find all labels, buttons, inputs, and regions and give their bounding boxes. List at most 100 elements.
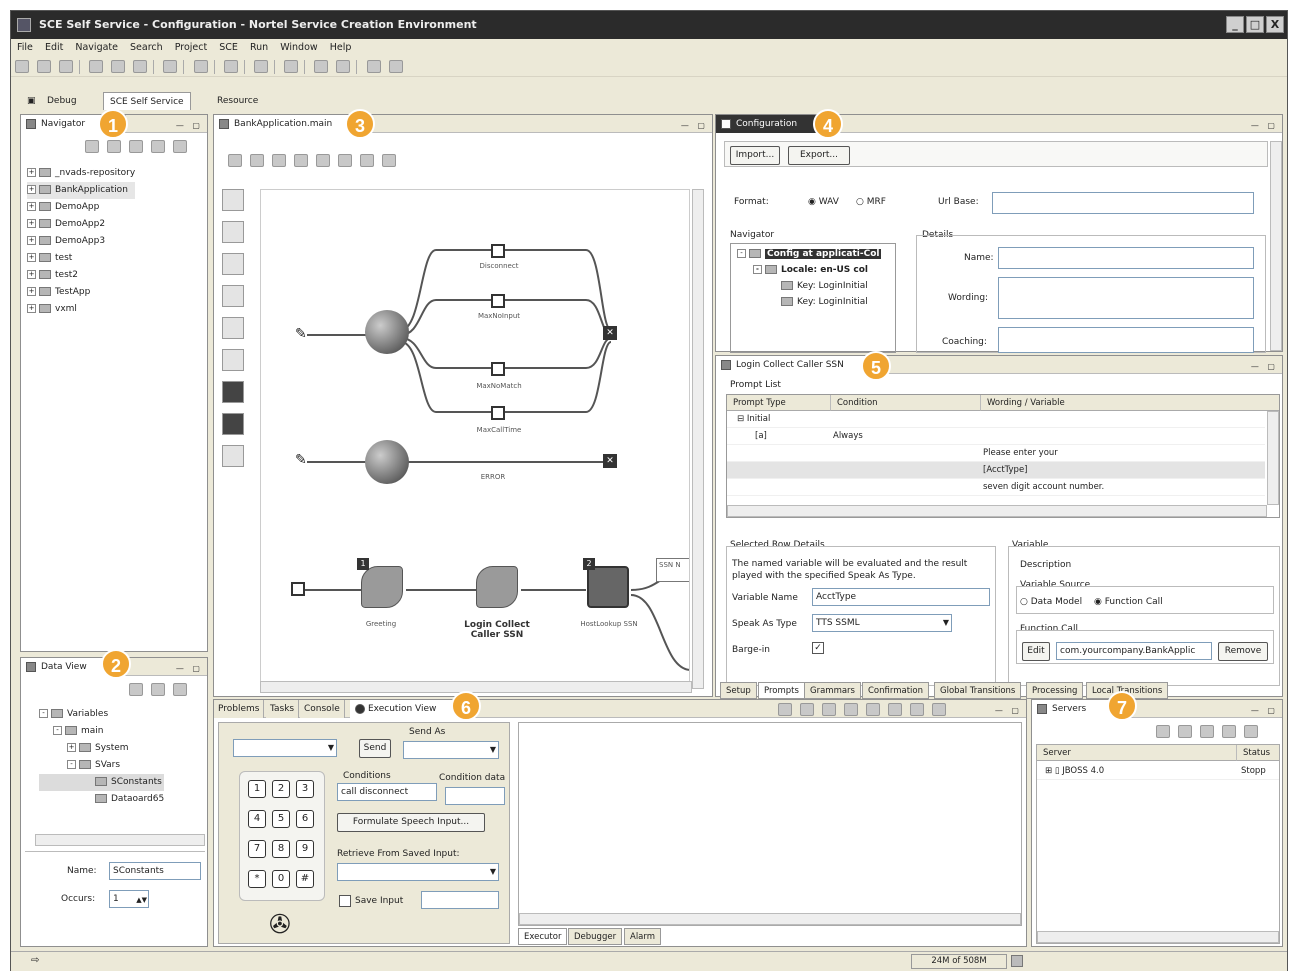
- tree-item[interactable]: + DemoApp2: [27, 216, 135, 233]
- key-8[interactable]: 8: [272, 840, 290, 858]
- config-name-input[interactable]: [998, 247, 1254, 269]
- wrench-icon[interactable]: [223, 60, 238, 73]
- key-1[interactable]: 1: [248, 780, 266, 798]
- zoom-in-icon[interactable]: [272, 154, 286, 167]
- pan-icon[interactable]: [360, 154, 374, 167]
- configuration-tab[interactable]: Configuration: [716, 115, 827, 133]
- tab-problems[interactable]: Problems: [214, 700, 265, 718]
- disconnect-node-icon[interactable]: [491, 244, 505, 258]
- key-9[interactable]: 9: [296, 840, 314, 858]
- key-5[interactable]: 5: [272, 810, 290, 828]
- view-controls[interactable]: — ▢: [1251, 358, 1278, 376]
- view-controls[interactable]: — ▢: [1251, 702, 1278, 720]
- heap-status[interactable]: 24M of 508M: [911, 954, 1007, 969]
- print-icon[interactable]: [59, 60, 73, 73]
- view-controls[interactable]: — ▢: [176, 117, 203, 135]
- zoom-out-icon[interactable]: [294, 154, 308, 167]
- tree-item[interactable]: + DemoApp3: [27, 233, 135, 250]
- maxnomatch-node-icon[interactable]: [491, 362, 505, 376]
- table-row[interactable]: [AcctType]: [727, 462, 1265, 479]
- start-pin-icon[interactable]: ✎: [295, 326, 307, 342]
- table-row[interactable]: [a] Always: [727, 428, 1265, 445]
- table-row[interactable]: ⊞ ▯ JBOSS 4.0 Stopp: [1037, 763, 1279, 780]
- servers-tab[interactable]: Servers: [1032, 700, 1120, 718]
- column-header[interactable]: Wording / Variable: [981, 395, 1279, 411]
- menu-run[interactable]: Run: [250, 42, 268, 53]
- tree-item[interactable]: - Locale: en-US col: [737, 262, 881, 278]
- new-icon[interactable]: [15, 60, 29, 73]
- function-call-field[interactable]: com.yourcompany.BankApplic: [1056, 642, 1212, 660]
- publish-icon[interactable]: [1244, 725, 1258, 738]
- tree-item[interactable]: + BankApplication: [27, 182, 136, 199]
- send-as-select[interactable]: ▼: [403, 741, 499, 759]
- table-row[interactable]: Please enter your: [727, 445, 1265, 462]
- flow-canvas[interactable]: ✎ Disconnect MaxNoInput MaxNoMatch MaxCa…: [260, 189, 690, 689]
- horizontal-scrollbar[interactable]: [35, 834, 205, 846]
- delete-variable-icon[interactable]: [173, 683, 187, 696]
- name-field[interactable]: SConstants: [109, 862, 201, 880]
- export-button[interactable]: Export...: [788, 146, 850, 165]
- login-collect-node-icon[interactable]: [476, 566, 518, 608]
- profile-server-icon[interactable]: [1200, 725, 1214, 738]
- tab-executor[interactable]: Executor: [518, 928, 568, 945]
- tab-global-transitions[interactable]: Global Transitions: [934, 682, 1022, 699]
- key-6[interactable]: 6: [296, 810, 314, 828]
- tree-item[interactable]: - SVars: [39, 757, 164, 774]
- import-button[interactable]: Import...: [730, 146, 780, 165]
- execution-output-area[interactable]: [518, 722, 1022, 926]
- formulate-speech-button[interactable]: Formulate Speech Input...: [337, 813, 485, 832]
- tree-item[interactable]: + test2: [27, 267, 135, 284]
- perspective-debug[interactable]: Debug: [41, 92, 83, 110]
- menu-navigate[interactable]: Navigate: [75, 42, 118, 53]
- tree-item[interactable]: - main: [39, 723, 164, 740]
- debug-server-icon[interactable]: [1156, 725, 1170, 738]
- open-perspective-icon[interactable]: ▣: [21, 92, 42, 110]
- step-icon[interactable]: [822, 703, 836, 716]
- url-base-input[interactable]: [992, 192, 1254, 214]
- tree-item[interactable]: - Config at applicati-Col: [737, 246, 882, 262]
- prev-annotation-icon[interactable]: [336, 60, 351, 73]
- start-server-icon[interactable]: [1178, 725, 1192, 738]
- next-annotation-icon[interactable]: [314, 60, 329, 73]
- tab-console[interactable]: Console: [300, 700, 345, 718]
- palette-collect-icon[interactable]: [222, 221, 244, 243]
- layout-icon[interactable]: [338, 154, 352, 167]
- tab-processing[interactable]: Processing: [1026, 682, 1084, 699]
- menu-help[interactable]: Help: [330, 42, 352, 53]
- key-4[interactable]: 4: [248, 810, 266, 828]
- tree-item[interactable]: + _nvads-repository: [27, 165, 135, 182]
- add-variable-icon[interactable]: [129, 683, 143, 696]
- menu-project[interactable]: Project: [175, 42, 208, 53]
- format-mrf-radio[interactable]: ○ MRF: [856, 197, 886, 207]
- view-controls[interactable]: — ▢: [1251, 117, 1278, 135]
- palette-host-icon[interactable]: [222, 285, 244, 307]
- send-button[interactable]: Send: [359, 739, 391, 758]
- variable-name-input[interactable]: AcctType: [812, 588, 990, 606]
- minimize-button[interactable]: _: [1226, 16, 1244, 33]
- save-input-checkbox[interactable]: [339, 895, 351, 907]
- perspective-resource[interactable]: Resource: [211, 92, 264, 110]
- horizontal-scrollbar[interactable]: [260, 681, 692, 693]
- table-row[interactable]: ⊟ Initial: [727, 411, 1265, 428]
- palette-play-prompt-icon[interactable]: [222, 189, 244, 211]
- tab-tasks[interactable]: Tasks: [266, 700, 300, 718]
- palette-menu-icon[interactable]: [222, 253, 244, 275]
- exit-node-icon[interactable]: ✕: [603, 454, 617, 468]
- find-icon[interactable]: [382, 154, 396, 167]
- up-icon[interactable]: [129, 140, 143, 153]
- tree-item[interactable]: + test: [27, 250, 135, 267]
- palette-connector-icon[interactable]: [222, 445, 244, 467]
- column-header[interactable]: Status: [1237, 745, 1279, 761]
- tab-grammars[interactable]: Grammars: [804, 682, 861, 699]
- f-icon[interactable]: [111, 60, 126, 73]
- tree-item[interactable]: Key: LoginInitial: [737, 294, 881, 310]
- select-icon[interactable]: [228, 154, 242, 167]
- save-icon[interactable]: [37, 60, 51, 73]
- palette-globe-icon[interactable]: [222, 317, 244, 339]
- ssn-node[interactable]: SSN N: [656, 558, 689, 582]
- forward-icon[interactable]: [107, 140, 121, 153]
- error-globe-node-icon[interactable]: [365, 440, 409, 484]
- key-hash[interactable]: #: [296, 870, 314, 888]
- menu-window[interactable]: Window: [280, 42, 317, 53]
- forward-icon[interactable]: [388, 60, 403, 73]
